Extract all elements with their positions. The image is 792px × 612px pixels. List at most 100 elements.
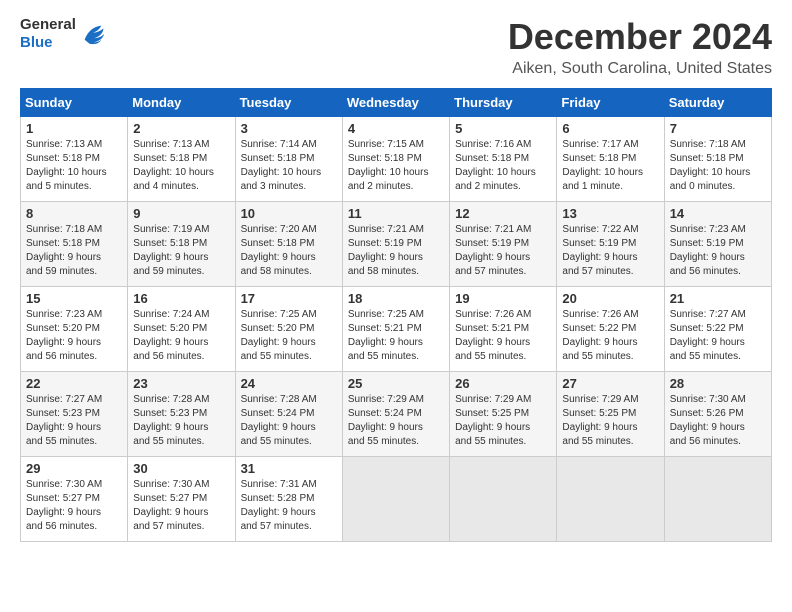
day-number: 20 [562,291,658,306]
calendar-cell: 12 Sunrise: 7:21 AM Sunset: 5:19 PM Dayli… [450,202,557,287]
day-info: Sunrise: 7:28 AM Sunset: 5:23 PM Dayligh… [133,393,229,449]
calendar-cell: 22 Sunrise: 7:27 AM Sunset: 5:23 PM Dayli… [21,372,128,457]
page-header: General Blue December 2024 Aiken, South … [20,16,772,78]
calendar-week-row: 29 Sunrise: 7:30 AM Sunset: 5:27 PM Dayli… [21,457,772,542]
day-number: 21 [670,291,766,306]
day-info: Sunrise: 7:23 AM Sunset: 5:19 PM Dayligh… [670,223,766,279]
title-section: December 2024 Aiken, South Carolina, Uni… [508,16,772,78]
day-number: 10 [241,206,337,221]
calendar-cell: 1 Sunrise: 7:13 AM Sunset: 5:18 PM Daylig… [21,117,128,202]
day-info: Sunrise: 7:23 AM Sunset: 5:20 PM Dayligh… [26,308,122,364]
calendar-cell: 20 Sunrise: 7:26 AM Sunset: 5:22 PM Dayli… [557,287,664,372]
day-info: Sunrise: 7:21 AM Sunset: 5:19 PM Dayligh… [455,223,551,279]
day-info: Sunrise: 7:29 AM Sunset: 5:25 PM Dayligh… [562,393,658,449]
day-number: 30 [133,461,229,476]
day-info: Sunrise: 7:26 AM Sunset: 5:22 PM Dayligh… [562,308,658,364]
day-number: 15 [26,291,122,306]
day-info: Sunrise: 7:25 AM Sunset: 5:20 PM Dayligh… [241,308,337,364]
calendar-cell: 27 Sunrise: 7:29 AM Sunset: 5:25 PM Dayli… [557,372,664,457]
day-number: 28 [670,376,766,391]
calendar-cell: 23Sunrise: 7:28 AM Sunset: 5:23 PM Dayli… [128,372,235,457]
day-number: 12 [455,206,551,221]
day-info: Sunrise: 7:19 AM Sunset: 5:18 PM Dayligh… [133,223,229,279]
day-number: 5 [455,121,551,136]
calendar-cell: 8Sunrise: 7:18 AM Sunset: 5:18 PM Daylig… [21,202,128,287]
calendar-cell: 26Sunrise: 7:29 AM Sunset: 5:25 PM Dayli… [450,372,557,457]
calendar-cell: 17 Sunrise: 7:25 AM Sunset: 5:20 PM Dayli… [235,287,342,372]
day-number: 16 [133,291,229,306]
day-number: 17 [241,291,337,306]
calendar-week-row: 15 Sunrise: 7:23 AM Sunset: 5:20 PM Dayli… [21,287,772,372]
day-number: 25 [348,376,444,391]
day-number: 29 [26,461,122,476]
day-info: Sunrise: 7:27 AM Sunset: 5:22 PM Dayligh… [670,308,766,364]
calendar-header-monday: Monday [128,89,235,117]
page-subtitle: Aiken, South Carolina, United States [508,60,772,78]
calendar-header-saturday: Saturday [664,89,771,117]
day-number: 7 [670,121,766,136]
day-info: Sunrise: 7:18 AM Sunset: 5:18 PM Dayligh… [670,138,766,194]
calendar-cell: 28 Sunrise: 7:30 AM Sunset: 5:26 PM Dayli… [664,372,771,457]
calendar-cell: 15 Sunrise: 7:23 AM Sunset: 5:20 PM Dayli… [21,287,128,372]
calendar-cell: 19 Sunrise: 7:26 AM Sunset: 5:21 PM Dayli… [450,287,557,372]
day-number: 26 [455,376,551,391]
calendar-cell: 31Sunrise: 7:31 AM Sunset: 5:28 PM Dayli… [235,457,342,542]
day-info: Sunrise: 7:17 AM Sunset: 5:18 PM Dayligh… [562,138,658,194]
calendar-cell: 18Sunrise: 7:25 AM Sunset: 5:21 PM Dayli… [342,287,449,372]
calendar-cell: 25 Sunrise: 7:29 AM Sunset: 5:24 PM Dayli… [342,372,449,457]
day-info: Sunrise: 7:15 AM Sunset: 5:18 PM Dayligh… [348,138,444,194]
day-number: 13 [562,206,658,221]
day-info: Sunrise: 7:25 AM Sunset: 5:21 PM Dayligh… [348,308,444,364]
calendar-cell [450,457,557,542]
calendar-week-row: 22 Sunrise: 7:27 AM Sunset: 5:23 PM Dayli… [21,372,772,457]
day-number: 22 [26,376,122,391]
calendar-cell: 24Sunrise: 7:28 AM Sunset: 5:24 PM Dayli… [235,372,342,457]
day-number: 14 [670,206,766,221]
calendar-cell: 16 Sunrise: 7:24 AM Sunset: 5:20 PM Dayli… [128,287,235,372]
day-number: 2 [133,121,229,136]
day-number: 8 [26,206,122,221]
calendar-cell: 10 Sunrise: 7:20 AM Sunset: 5:18 PM Dayli… [235,202,342,287]
day-info: Sunrise: 7:26 AM Sunset: 5:21 PM Dayligh… [455,308,551,364]
calendar-cell: 7 Sunrise: 7:18 AM Sunset: 5:18 PM Daylig… [664,117,771,202]
logo-line1: General [20,16,76,34]
day-number: 24 [241,376,337,391]
day-info: Sunrise: 7:13 AM Sunset: 5:18 PM Dayligh… [26,138,122,194]
day-number: 4 [348,121,444,136]
day-info: Sunrise: 7:13 AM Sunset: 5:18 PM Dayligh… [133,138,229,194]
day-info: Sunrise: 7:30 AM Sunset: 5:27 PM Dayligh… [26,478,122,534]
calendar-header-wednesday: Wednesday [342,89,449,117]
day-number: 11 [348,206,444,221]
day-info: Sunrise: 7:22 AM Sunset: 5:19 PM Dayligh… [562,223,658,279]
day-info: Sunrise: 7:29 AM Sunset: 5:24 PM Dayligh… [348,393,444,449]
day-number: 1 [26,121,122,136]
day-info: Sunrise: 7:24 AM Sunset: 5:20 PM Dayligh… [133,308,229,364]
day-info: Sunrise: 7:30 AM Sunset: 5:26 PM Dayligh… [670,393,766,449]
day-info: Sunrise: 7:31 AM Sunset: 5:28 PM Dayligh… [241,478,337,534]
logo: General Blue [20,16,107,52]
calendar-cell [557,457,664,542]
calendar-cell: 6Sunrise: 7:17 AM Sunset: 5:18 PM Daylig… [557,117,664,202]
calendar-header-row: SundayMondayTuesdayWednesdayThursdayFrid… [21,89,772,117]
calendar-cell: 3Sunrise: 7:14 AM Sunset: 5:18 PM Daylig… [235,117,342,202]
calendar-cell [664,457,771,542]
calendar-header-tuesday: Tuesday [235,89,342,117]
calendar-cell: 9 Sunrise: 7:19 AM Sunset: 5:18 PM Daylig… [128,202,235,287]
calendar-header-sunday: Sunday [21,89,128,117]
day-info: Sunrise: 7:27 AM Sunset: 5:23 PM Dayligh… [26,393,122,449]
calendar-cell: 11 Sunrise: 7:21 AM Sunset: 5:19 PM Dayli… [342,202,449,287]
day-info: Sunrise: 7:14 AM Sunset: 5:18 PM Dayligh… [241,138,337,194]
day-number: 9 [133,206,229,221]
day-info: Sunrise: 7:20 AM Sunset: 5:18 PM Dayligh… [241,223,337,279]
calendar-cell: 13 Sunrise: 7:22 AM Sunset: 5:19 PM Dayli… [557,202,664,287]
day-number: 19 [455,291,551,306]
day-info: Sunrise: 7:21 AM Sunset: 5:19 PM Dayligh… [348,223,444,279]
calendar-week-row: 1 Sunrise: 7:13 AM Sunset: 5:18 PM Daylig… [21,117,772,202]
calendar-table: SundayMondayTuesdayWednesdayThursdayFrid… [20,88,772,542]
logo-line2: Blue [20,34,76,52]
calendar-header-thursday: Thursday [450,89,557,117]
day-number: 27 [562,376,658,391]
day-info: Sunrise: 7:30 AM Sunset: 5:27 PM Dayligh… [133,478,229,534]
calendar-cell [342,457,449,542]
calendar-cell: 4 Sunrise: 7:15 AM Sunset: 5:18 PM Daylig… [342,117,449,202]
